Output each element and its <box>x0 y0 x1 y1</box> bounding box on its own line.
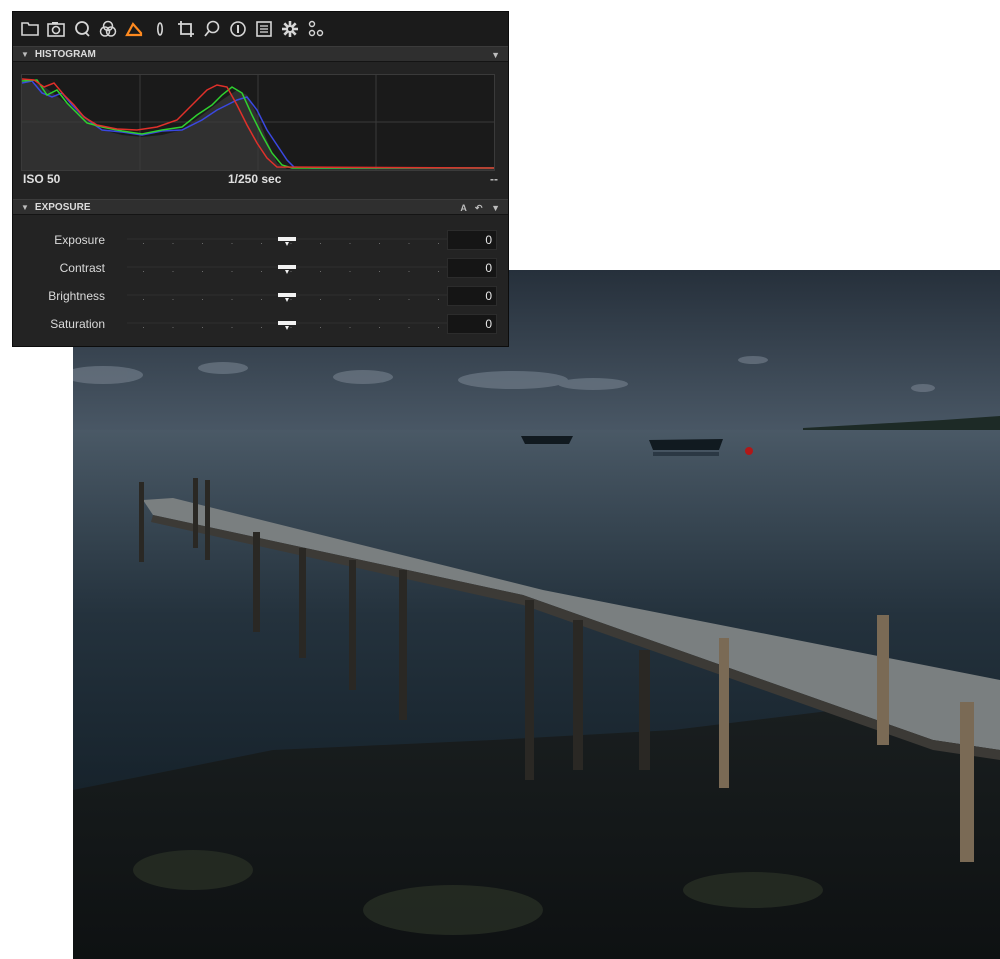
slider-handle[interactable] <box>278 321 296 330</box>
batch-icon[interactable] <box>305 18 327 40</box>
slider-handle[interactable] <box>278 265 296 274</box>
saturation-slider[interactable] <box>127 321 447 330</box>
pier-photo <box>73 270 1000 959</box>
reset-icon[interactable]: ↶ <box>475 203 483 213</box>
aperture-value: -- <box>490 172 498 186</box>
photo-preview <box>73 270 1000 959</box>
collapse-triangle-icon[interactable]: ▼ <box>21 200 29 216</box>
slider-row-exposure: Exposure 0 <box>13 229 508 253</box>
slider-handle[interactable] <box>278 293 296 302</box>
slider-label: Contrast <box>59 261 105 275</box>
local-adjustments-icon[interactable] <box>227 18 249 40</box>
exposure-value-field[interactable]: 0 <box>447 230 497 250</box>
saturation-value-field[interactable]: 0 <box>447 314 497 334</box>
histogram-graph <box>21 74 495 171</box>
camera-icon[interactable] <box>45 18 67 40</box>
exposure-header[interactable]: ▼ EXPOSURE A ↶ ▼ <box>13 199 508 215</box>
color-icon[interactable] <box>97 18 119 40</box>
slider-label: Saturation <box>50 317 105 331</box>
exposure-icon[interactable] <box>123 18 145 40</box>
exposure-title: EXPOSURE <box>34 202 91 213</box>
auto-adjust-button[interactable]: A <box>460 203 466 213</box>
slider-row-saturation: Saturation 0 <box>13 313 508 337</box>
quick-icon[interactable] <box>71 18 93 40</box>
slider-label: Brightness <box>48 289 105 303</box>
folder-icon[interactable] <box>19 18 41 40</box>
contrast-slider[interactable] <box>127 265 447 274</box>
shutter-speed: 1/250 sec <box>228 172 282 186</box>
histogram-info: ISO 50 1/250 sec -- <box>13 172 508 190</box>
tool-panel: ▼ HISTOGRAM ▼ ISO 50 1/250 sec -- ▼ EXPOSU… <box>12 11 509 347</box>
histogram-title: HISTOGRAM <box>34 49 96 60</box>
metadata-icon[interactable] <box>253 18 275 40</box>
iso-value: ISO 50 <box>23 172 61 186</box>
collapse-triangle-icon[interactable]: ▼ <box>21 47 29 63</box>
slider-row-contrast: Contrast 0 <box>13 257 508 281</box>
settings-icon[interactable] <box>279 18 301 40</box>
slider-handle[interactable] <box>278 237 296 246</box>
brightness-slider[interactable] <box>127 293 447 302</box>
exposure-menu-icon[interactable]: ▼ <box>491 203 500 213</box>
slider-row-brightness: Brightness 0 <box>13 285 508 309</box>
details-icon[interactable] <box>201 18 223 40</box>
brightness-value-field[interactable]: 0 <box>447 286 497 306</box>
tool-tabs-bar <box>13 12 508 46</box>
histogram-menu-icon[interactable]: ▼ <box>491 50 500 60</box>
exposure-slider[interactable] <box>127 237 447 246</box>
contrast-value-field[interactable]: 0 <box>447 258 497 278</box>
histogram-header[interactable]: ▼ HISTOGRAM ▼ <box>13 46 508 62</box>
lens-icon[interactable] <box>149 18 171 40</box>
slider-label: Exposure <box>54 233 105 247</box>
crop-icon[interactable] <box>175 18 197 40</box>
